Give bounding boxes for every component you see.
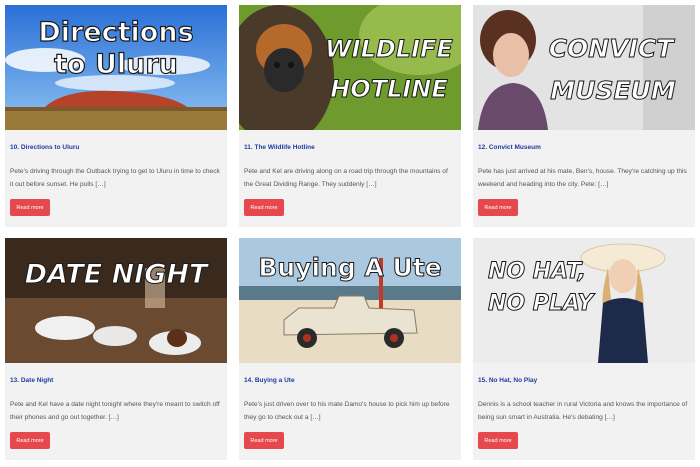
episode-excerpt: Pete and Kel have a date night tonight w…	[10, 401, 220, 421]
image-text-line: WILDLIFE	[325, 35, 453, 63]
image-text-line: NO HAT,	[488, 259, 586, 284]
read-more-button[interactable]: Read more	[244, 199, 284, 216]
episode-grid: Directions to Uluru 10. Directions to Ul…	[0, 0, 700, 467]
image-text-line: to Uluru	[54, 49, 178, 80]
image-text-line: Directions	[38, 17, 193, 48]
episode-card-14: Buying A Ute 14. Buying a Ute Pete's jus…	[239, 238, 461, 460]
episode-excerpt: Dennis is a school teacher in rural Vict…	[478, 401, 688, 421]
episode-thumbnail[interactable]: CONVICT MUSEUM	[473, 5, 695, 130]
read-more-button[interactable]: Read more	[478, 199, 518, 216]
episode-thumbnail[interactable]: NO HAT, NO PLAY	[473, 238, 695, 363]
episode-title[interactable]: 11. The Wildlife Hotline	[244, 144, 315, 151]
episode-card-12: CONVICT MUSEUM 12. Convict Museum Pete h…	[473, 5, 695, 227]
episode-thumbnail[interactable]: Directions to Uluru	[5, 5, 227, 130]
episode-card-10: Directions to Uluru 10. Directions to Ul…	[5, 5, 227, 227]
image-text-line: Buying A Ute	[258, 253, 441, 282]
episode-thumbnail[interactable]: WILDLIFE HOTLINE	[239, 5, 461, 130]
image-text-line: HOTLINE	[330, 75, 448, 103]
episode-excerpt: Pete's driving through the Outback tryin…	[10, 168, 220, 188]
read-more-button[interactable]: Read more	[10, 199, 50, 216]
episode-card-13: DATE NIGHT 13. Date Night Pete and Kel h…	[5, 238, 227, 460]
episode-thumbnail[interactable]: DATE NIGHT	[5, 238, 227, 363]
episode-card-11: WILDLIFE HOTLINE 11. The Wildlife Hotlin…	[239, 5, 461, 227]
read-more-button[interactable]: Read more	[478, 432, 518, 449]
episode-title[interactable]: 14. Buying a Ute	[244, 377, 295, 384]
episode-title[interactable]: 12. Convict Museum	[478, 144, 541, 151]
read-more-button[interactable]: Read more	[10, 432, 50, 449]
episode-excerpt: Pete has just arrived at his mate, Ben's…	[478, 168, 687, 188]
image-text-line: DATE NIGHT	[25, 259, 210, 290]
image-text-line: CONVICT	[549, 34, 676, 63]
episode-title[interactable]: 15. No Hat, No Play	[478, 377, 537, 384]
episode-thumbnail[interactable]: Buying A Ute	[239, 238, 461, 363]
episode-title[interactable]: 10. Directions to Uluru	[10, 144, 79, 151]
episode-card-15: NO HAT, NO PLAY 15. No Hat, No Play Denn…	[473, 238, 695, 460]
image-text-line: NO PLAY	[488, 291, 595, 316]
episode-excerpt: Pete's just driven over to his mate Damo…	[244, 401, 450, 421]
read-more-button[interactable]: Read more	[244, 432, 284, 449]
episode-excerpt: Pete and Kel are driving along on a road…	[244, 168, 448, 188]
episode-title[interactable]: 13. Date Night	[10, 377, 53, 384]
image-text-line: MUSEUM	[550, 76, 676, 105]
